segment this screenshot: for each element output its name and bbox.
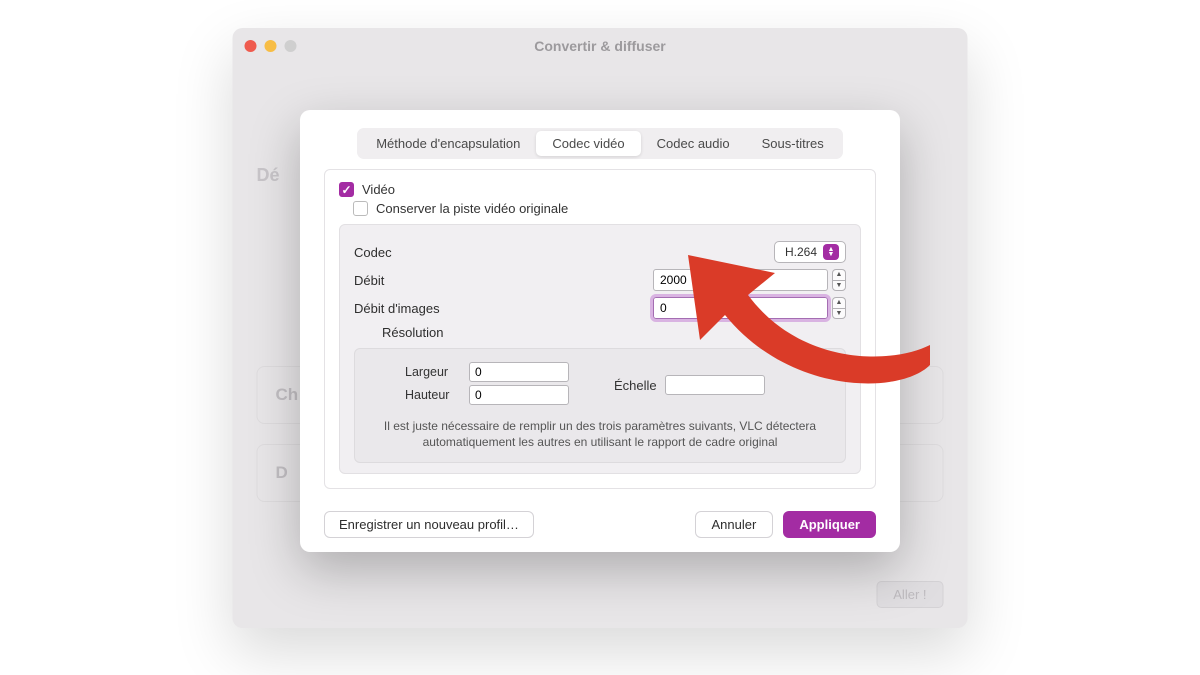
height-input[interactable] (469, 385, 569, 405)
save-profile-button[interactable]: Enregistrer un nouveau profil… (324, 511, 534, 538)
height-label: Hauteur (405, 388, 461, 402)
titlebar: Convertir & diffuser (233, 28, 968, 64)
codec-label: Codec (354, 245, 484, 260)
framerate-label: Débit d'images (354, 301, 484, 316)
stepper-up-icon[interactable]: ▲ (832, 297, 846, 308)
cancel-button[interactable]: Annuler (695, 511, 774, 538)
scale-input[interactable] (665, 375, 765, 395)
dropdown-caret-icon: ▲▼ (823, 244, 839, 260)
codec-settings-modal: Méthode d'encapsulation Codec vidéo Code… (300, 110, 900, 552)
stepper-down-icon[interactable]: ▼ (832, 308, 846, 320)
width-input[interactable] (469, 362, 569, 382)
window-title: Convertir & diffuser (233, 38, 968, 54)
go-button[interactable]: Aller ! (876, 581, 943, 608)
stepper-up-icon[interactable]: ▲ (832, 269, 846, 280)
width-label: Largeur (405, 365, 461, 379)
scale-label: Échelle (614, 378, 657, 393)
stepper-down-icon[interactable]: ▼ (832, 280, 846, 292)
tab-video-codec[interactable]: Codec vidéo (536, 131, 640, 156)
resolution-hint: Il est juste nécessaire de remplir un de… (369, 418, 831, 450)
framerate-input[interactable] (653, 297, 828, 319)
keep-original-checkbox[interactable] (353, 201, 368, 216)
codec-value: H.264 (785, 245, 817, 259)
bitrate-label: Débit (354, 273, 484, 288)
tab-bar: Méthode d'encapsulation Codec vidéo Code… (357, 128, 843, 159)
resolution-title: Résolution (382, 325, 484, 340)
modal-footer: Enregistrer un nouveau profil… Annuler A… (300, 505, 900, 538)
video-checkbox-label: Vidéo (362, 182, 395, 197)
tab-subtitles[interactable]: Sous-titres (746, 131, 840, 156)
framerate-stepper[interactable]: ▲ ▼ (832, 297, 846, 319)
codec-select[interactable]: H.264 ▲▼ (774, 241, 846, 263)
codec-params-panel: Codec H.264 ▲▼ Débit ▲ ▼ (339, 224, 861, 474)
resolution-panel: Largeur Hauteur Échelle Il est juste néc… (354, 348, 846, 463)
video-codec-panel: Vidéo Conserver la piste vidéo originale… (324, 169, 876, 489)
video-checkbox[interactable] (339, 182, 354, 197)
tab-audio-codec[interactable]: Codec audio (641, 131, 746, 156)
bitrate-stepper[interactable]: ▲ ▼ (832, 269, 846, 291)
tab-encapsulation[interactable]: Méthode d'encapsulation (360, 131, 536, 156)
apply-button[interactable]: Appliquer (783, 511, 876, 538)
keep-original-label: Conserver la piste vidéo originale (376, 201, 568, 216)
bitrate-input[interactable] (653, 269, 828, 291)
